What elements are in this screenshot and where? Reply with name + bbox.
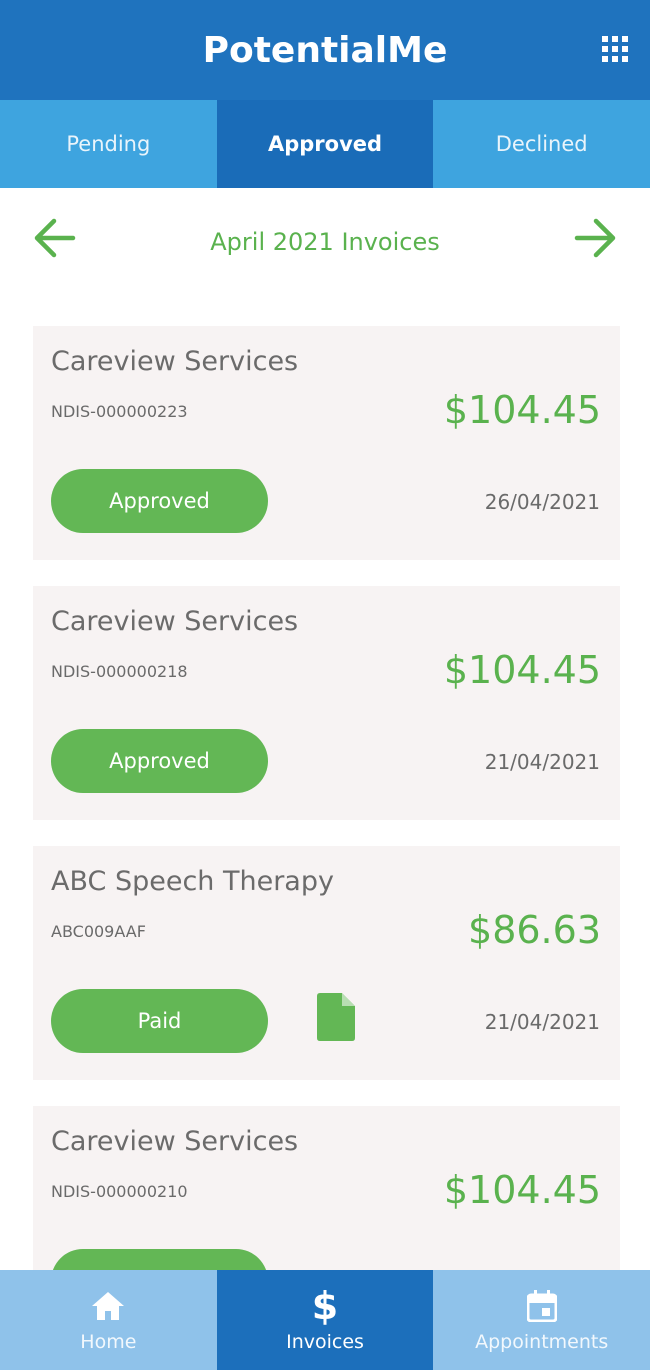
nav-home-label: Home	[80, 1331, 137, 1353]
invoice-date: 26/04/2021	[484, 490, 600, 514]
invoice-card[interactable]: Careview Services NDIS-000000218 $104.45…	[33, 586, 620, 820]
provider-name: Careview Services	[51, 1126, 299, 1157]
status-badge[interactable]: Approved	[51, 469, 268, 533]
invoice-reference: ABC009AAF	[51, 922, 146, 941]
nav-invoices-label: Invoices	[286, 1331, 364, 1353]
status-badge[interactable]: Paid	[51, 989, 268, 1053]
provider-name: ABC Speech Therapy	[51, 866, 334, 897]
nav-appointments[interactable]: Appointments	[433, 1270, 650, 1370]
grid-icon[interactable]	[602, 36, 628, 62]
invoice-amount: $104.45	[443, 648, 601, 692]
invoice-reference: NDIS-000000223	[51, 402, 188, 421]
month-title: April 2021 Invoices	[210, 228, 440, 256]
nav-appointments-label: Appointments	[475, 1331, 609, 1353]
dollar-icon: $	[311, 1284, 339, 1328]
invoice-amount: $104.45	[443, 1168, 601, 1212]
calendar-icon	[526, 1290, 557, 1322]
home-icon	[92, 1292, 125, 1320]
tab-pending[interactable]: Pending	[0, 100, 217, 188]
invoice-list: Careview Services NDIS-000000223 $104.45…	[33, 326, 620, 1366]
nav-home[interactable]: Home	[0, 1270, 217, 1370]
invoice-card[interactable]: ABC Speech Therapy ABC009AAF $86.63 Paid…	[33, 846, 620, 1080]
app-title: PotentialMe	[202, 29, 448, 71]
invoice-date: 21/04/2021	[484, 1010, 600, 1034]
status-tabs: Pending Approved Declined	[0, 100, 650, 188]
nav-invoices[interactable]: $ Invoices	[216, 1270, 434, 1370]
tab-approved[interactable]: Approved	[216, 100, 434, 188]
invoice-reference: NDIS-000000218	[51, 662, 188, 681]
invoice-amount: $104.45	[443, 388, 601, 432]
app-header: PotentialMe	[0, 0, 650, 100]
document-icon[interactable]	[317, 993, 355, 1041]
status-badge[interactable]: Approved	[51, 729, 268, 793]
month-navigation: April 2021 Invoices	[0, 188, 650, 298]
bottom-navigation: Home $ Invoices Appointments	[0, 1270, 650, 1370]
provider-name: Careview Services	[51, 606, 299, 637]
invoice-amount: $86.63	[468, 908, 601, 952]
invoice-reference: NDIS-000000210	[51, 1182, 188, 1201]
invoice-card[interactable]: Careview Services NDIS-000000223 $104.45…	[33, 326, 620, 560]
tab-declined[interactable]: Declined	[433, 100, 650, 188]
invoice-date: 21/04/2021	[484, 750, 600, 774]
arrow-right-icon[interactable]	[574, 218, 618, 258]
provider-name: Careview Services	[51, 346, 299, 377]
